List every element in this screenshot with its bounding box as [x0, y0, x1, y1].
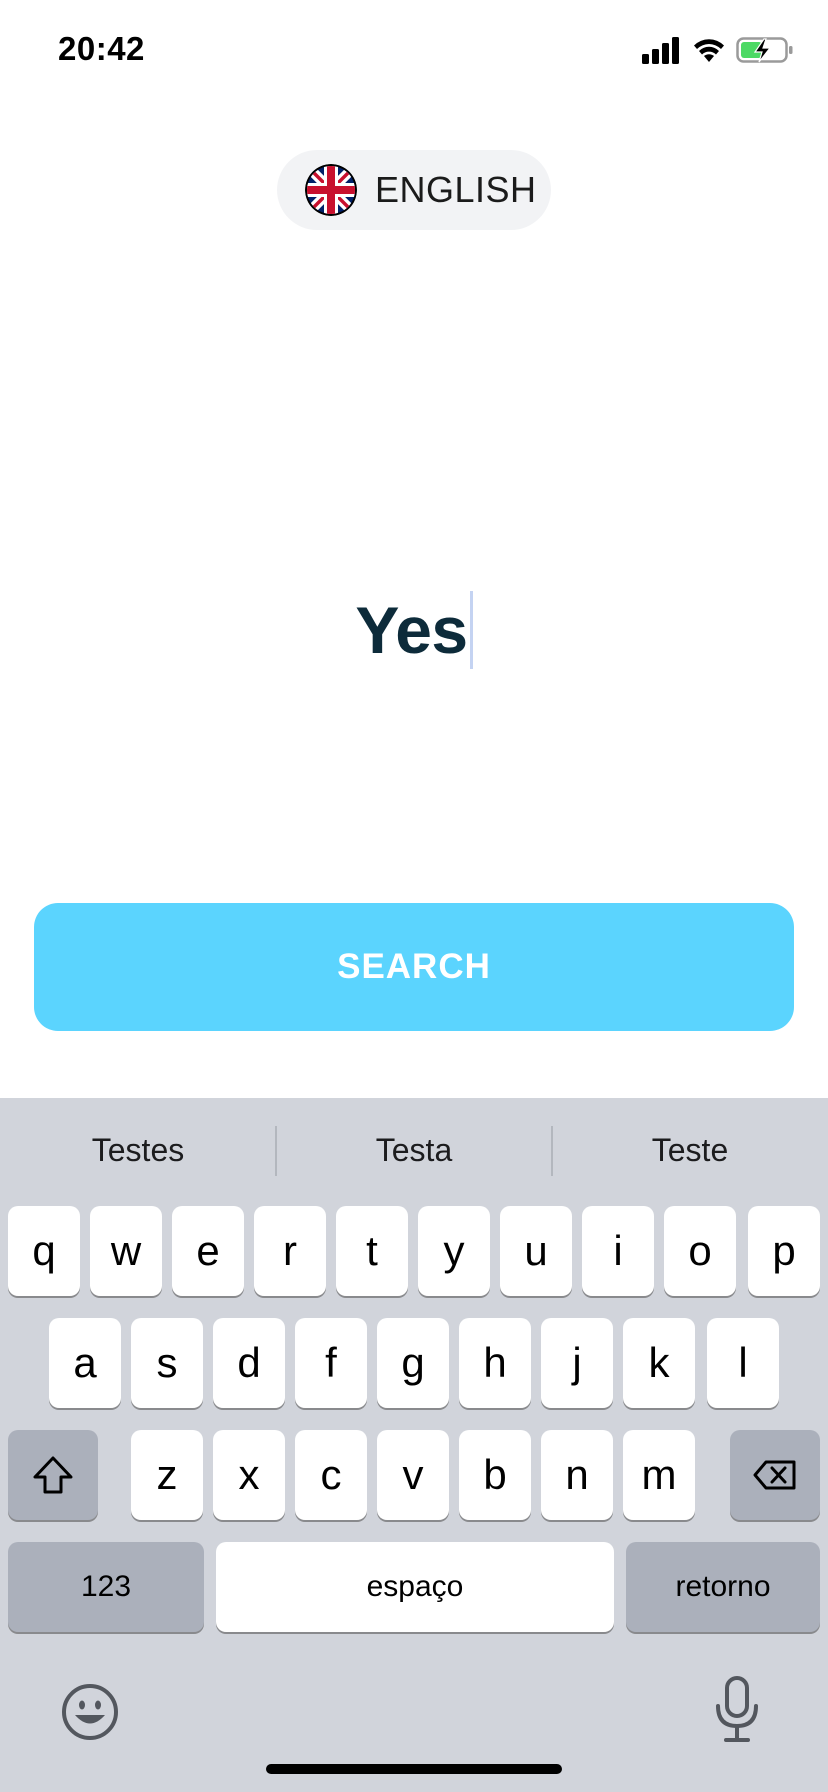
signal-icon: [642, 37, 679, 64]
wifi-icon: [694, 39, 724, 62]
key-z[interactable]: z: [131, 1430, 203, 1520]
search-button[interactable]: SEARCH: [34, 903, 794, 1031]
status-bar: 20:42: [0, 0, 828, 100]
battery-charging-icon: [736, 37, 793, 63]
shift-key[interactable]: [8, 1430, 98, 1520]
key-i[interactable]: i: [582, 1206, 654, 1296]
key-d[interactable]: d: [213, 1318, 285, 1408]
emoji-icon[interactable]: [60, 1682, 120, 1742]
numbers-key[interactable]: 123: [8, 1542, 204, 1632]
key-j[interactable]: j: [541, 1318, 613, 1408]
key-f[interactable]: f: [295, 1318, 367, 1408]
space-key[interactable]: espaço: [216, 1542, 614, 1632]
key-p[interactable]: p: [748, 1206, 820, 1296]
microphone-icon[interactable]: [712, 1676, 762, 1744]
word-input[interactable]: Yes: [0, 580, 828, 680]
key-l[interactable]: l: [707, 1318, 779, 1408]
language-label: ENGLISH: [375, 169, 537, 210]
status-icons: [642, 34, 794, 66]
key-o[interactable]: o: [664, 1206, 736, 1296]
key-b[interactable]: b: [459, 1430, 531, 1520]
key-e[interactable]: e: [172, 1206, 244, 1296]
key-x[interactable]: x: [213, 1430, 285, 1520]
backspace-key[interactable]: [730, 1430, 820, 1520]
key-a[interactable]: a: [49, 1318, 121, 1408]
uk-flag-icon: [305, 164, 357, 216]
key-v[interactable]: v: [377, 1430, 449, 1520]
suggestion-item[interactable]: Testes: [0, 1098, 276, 1202]
key-t[interactable]: t: [336, 1206, 408, 1296]
backspace-icon: [753, 1460, 796, 1490]
home-indicator: [266, 1764, 562, 1774]
key-s[interactable]: s: [131, 1318, 203, 1408]
key-u[interactable]: u: [500, 1206, 572, 1296]
keyboard: Testes Testa Teste q w e r t y u i o p a…: [0, 1098, 828, 1792]
search-button-label: SEARCH: [337, 947, 491, 986]
key-k[interactable]: k: [623, 1318, 695, 1408]
suggestion-item[interactable]: Teste: [552, 1098, 828, 1202]
suggestion-item[interactable]: Testa: [276, 1098, 552, 1202]
language-selector[interactable]: ENGLISH: [277, 150, 551, 230]
word-input-value: Yes: [355, 593, 468, 667]
key-m[interactable]: m: [623, 1430, 695, 1520]
key-h[interactable]: h: [459, 1318, 531, 1408]
key-q[interactable]: q: [8, 1206, 80, 1296]
key-y[interactable]: y: [418, 1206, 490, 1296]
text-caret: [469, 591, 473, 669]
shift-icon: [33, 1456, 73, 1494]
return-key[interactable]: retorno: [626, 1542, 820, 1632]
key-w[interactable]: w: [90, 1206, 162, 1296]
key-r[interactable]: r: [254, 1206, 326, 1296]
key-g[interactable]: g: [377, 1318, 449, 1408]
suggestion-bar: Testes Testa Teste: [0, 1098, 828, 1202]
key-c[interactable]: c: [295, 1430, 367, 1520]
status-time: 20:42: [58, 30, 145, 67]
key-n[interactable]: n: [541, 1430, 613, 1520]
